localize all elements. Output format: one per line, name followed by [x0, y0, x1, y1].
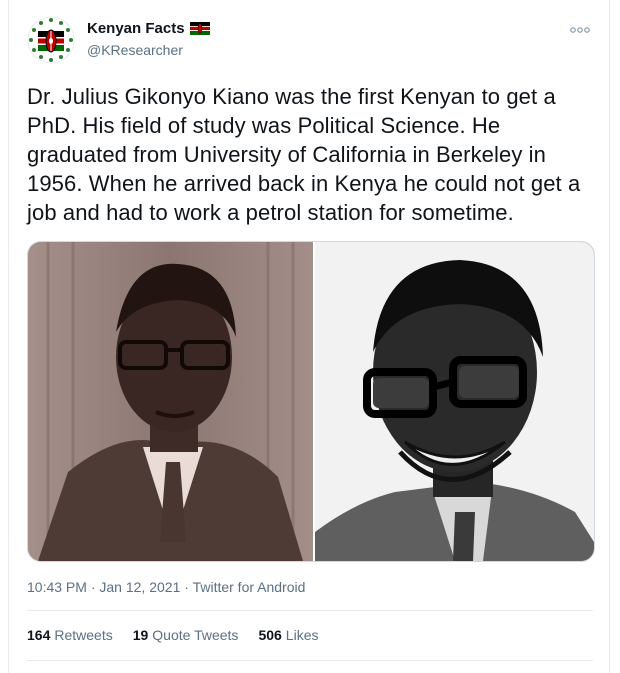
tweet-header: Kenyan Facts @KResearcher — [27, 16, 593, 66]
likes-count: 506 — [258, 627, 282, 643]
retweets-label: Retweets — [54, 627, 113, 643]
quote-tweets-count: 19 — [132, 627, 149, 643]
tweet-text: Dr. Julius Gikonyo Kiano was the first K… — [27, 84, 581, 225]
tweet-card: Kenyan Facts @KResearcher Dr. Julius Gik… — [8, 0, 610, 673]
quote-tweets-stat[interactable]: 19 Quote Tweets — [133, 627, 239, 643]
display-name[interactable]: Kenyan Facts — [87, 20, 185, 37]
tweet-meta: 10:43 PM · Jan 12, 2021 · Twitter for An… — [27, 579, 305, 595]
tweet-photos[interactable] — [27, 241, 595, 562]
more-dots-icon[interactable] — [569, 22, 591, 36]
divider — [27, 610, 593, 611]
portrait-bw-image — [315, 242, 594, 561]
likes-label: Likes — [285, 627, 319, 643]
tweet-time[interactable]: 10:43 PM — [27, 579, 87, 595]
avatar[interactable] — [27, 16, 75, 64]
display-name-row[interactable]: Kenyan Facts — [87, 20, 210, 37]
user-handle[interactable]: @KResearcher — [87, 42, 210, 58]
photo-left[interactable] — [28, 242, 313, 561]
tweet-stats: 164 Retweets 19 Quote Tweets 506 Likes — [27, 627, 338, 643]
kenya-coat-of-arms-icon — [27, 16, 75, 64]
meta-separator: · — [90, 579, 96, 595]
portrait-sepia-image — [28, 242, 313, 561]
tweet-source[interactable]: Twitter for Android — [193, 579, 306, 595]
meta-separator: · — [184, 579, 189, 595]
photo-right[interactable] — [315, 242, 594, 561]
retweets-count: 164 — [27, 627, 51, 643]
kenya-flag-icon — [189, 22, 210, 35]
divider — [27, 660, 593, 661]
quote-tweets-label: Quote Tweets — [152, 627, 239, 643]
retweets-stat[interactable]: 164 Retweets — [27, 627, 113, 643]
user-info: Kenyan Facts @KResearcher — [87, 20, 210, 58]
likes-stat[interactable]: 506 Likes — [258, 627, 318, 643]
tweet-date[interactable]: Jan 12, 2021 — [99, 579, 180, 595]
